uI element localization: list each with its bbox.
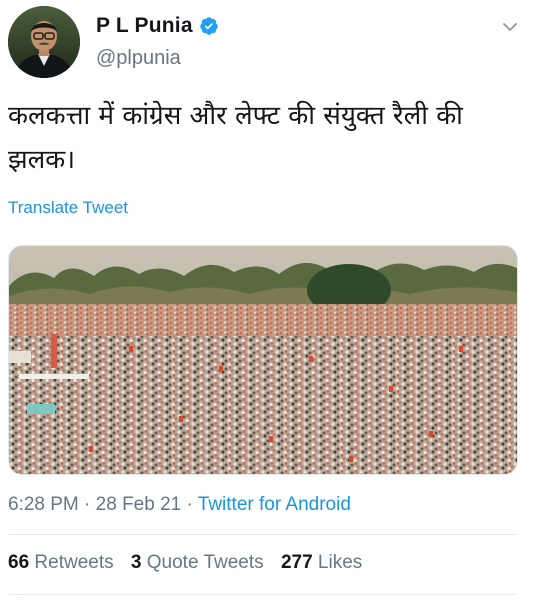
likes-count: 277 <box>280 552 313 573</box>
quote-tweets-stat[interactable]: 3 Quote Tweets <box>131 552 264 573</box>
translate-tweet-link[interactable]: Translate Tweet <box>8 198 128 218</box>
retweets-stat[interactable]: 66 Retweets <box>8 552 114 573</box>
meta-separator: · <box>186 494 193 515</box>
tweet-meta: 6:28 PM · 28 Feb 21 · Twitter for Androi… <box>8 494 351 516</box>
tweet-source-link[interactable]: Twitter for Android <box>198 494 351 515</box>
quote-tweets-count: 3 <box>130 552 142 573</box>
divider <box>8 594 517 595</box>
display-name[interactable]: P L Punia <box>96 14 193 38</box>
likes-label: Likes <box>317 552 363 573</box>
divider <box>8 534 517 535</box>
tweet-text: कलकत्ता में कांग्रेस और लेफ्ट की संयुक्त… <box>8 101 463 175</box>
verified-badge-icon <box>199 16 219 36</box>
tweet-stats: 66 Retweets 3 Quote Tweets 277 Likes <box>8 552 374 574</box>
tweet-photo[interactable] <box>8 245 518 475</box>
avatar[interactable] <box>8 6 80 78</box>
retweets-label: Retweets <box>34 552 114 573</box>
quote-tweets-label: Quote Tweets <box>146 552 264 573</box>
retweets-count: 66 <box>8 552 30 573</box>
user-handle[interactable]: @plpunia <box>96 47 181 70</box>
rally-crowd-image <box>9 246 517 474</box>
tweet-date[interactable]: 28 Feb 21 <box>96 494 182 515</box>
profile-photo <box>8 6 80 78</box>
tweet-time[interactable]: 6:28 PM <box>8 494 79 515</box>
chevron-down-icon[interactable] <box>501 18 519 36</box>
likes-stat[interactable]: 277 Likes <box>281 552 362 573</box>
meta-separator: · <box>84 494 91 515</box>
user-name-row[interactable]: P L Punia <box>96 14 219 38</box>
